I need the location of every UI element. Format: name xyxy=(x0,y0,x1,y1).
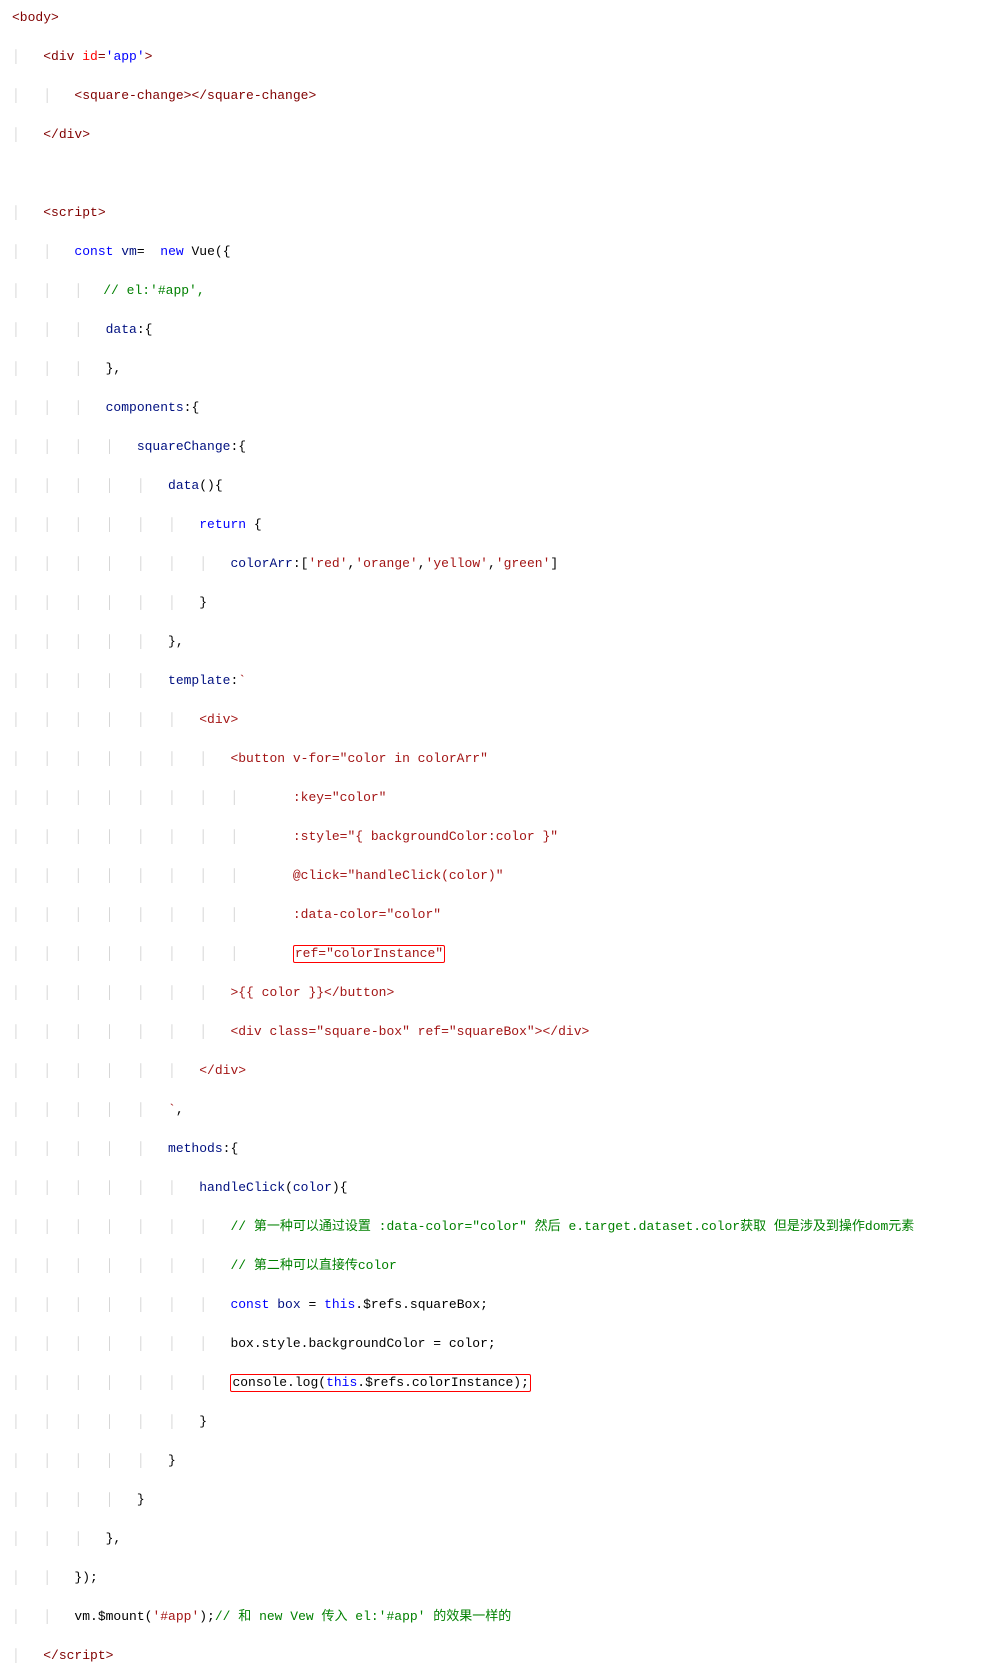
indent-guide: │ xyxy=(12,49,43,64)
highlight-box-ref: ref="colorInstance" xyxy=(293,945,445,963)
tag-open: <body> xyxy=(12,10,59,25)
highlight-box-console: console.log(this.$refs.colorInstance); xyxy=(230,1374,530,1392)
code-block: <body> │ <div id='app'> │ │ <square-chan… xyxy=(12,8,990,1678)
